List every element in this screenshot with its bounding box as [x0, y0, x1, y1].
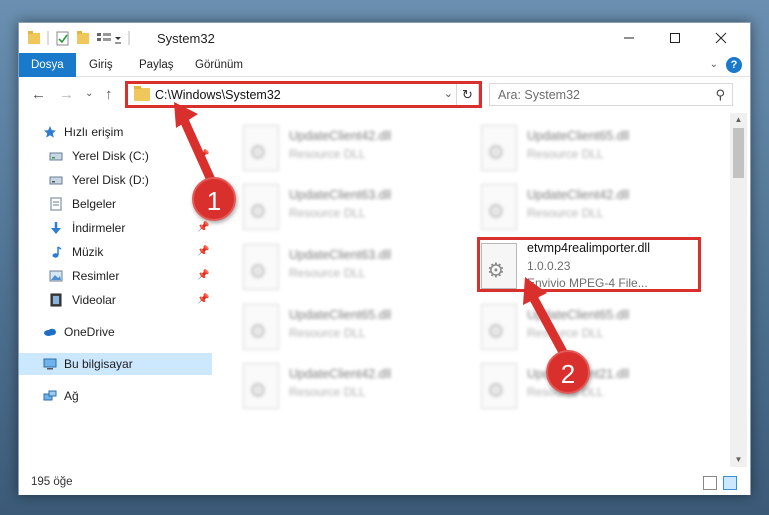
list-item[interactable]: UpdateClient63.dll Resource DLL	[237, 240, 467, 298]
up-arrow-icon[interactable]: ↑	[105, 86, 113, 103]
sidebar-item-label: Ağ	[64, 389, 79, 403]
sidebar-item-videos[interactable]: Videolar 📌	[19, 289, 212, 311]
navigation-bar: ← → ⌄ ↑ C:\Windows\System32 ⌄ ↻ Ara: Sys…	[19, 78, 750, 112]
dll-file-icon	[243, 125, 279, 171]
drive-icon	[49, 176, 63, 185]
forward-arrow-icon[interactable]: →	[59, 86, 74, 103]
pin-icon[interactable]: 📌	[197, 241, 209, 263]
dll-file-icon	[243, 363, 279, 409]
scroll-down-icon[interactable]: ▼	[730, 453, 747, 467]
document-icon	[50, 197, 62, 211]
music-icon	[52, 246, 62, 258]
window-title: System32	[157, 31, 215, 46]
minimize-button[interactable]	[606, 23, 652, 53]
sidebar-item-label: Yerel Disk (D:)	[72, 173, 149, 187]
annotation-badge-2: 2	[546, 350, 590, 394]
close-icon	[715, 32, 727, 44]
search-input[interactable]: Ara: System32	[498, 88, 580, 102]
list-item[interactable]: UpdateClient42.dll Resource DLL	[237, 121, 467, 179]
sidebar-item-label: Yerel Disk (C:)	[72, 149, 149, 163]
sidebar-item-label: OneDrive	[64, 325, 115, 339]
sidebar-item-label: Videolar	[72, 293, 116, 307]
large-icons-view-icon[interactable]	[723, 476, 737, 490]
download-icon	[51, 222, 61, 234]
explorer-window: System32 Dosya Giriş Paylaş Görünüm ⌄ ? …	[18, 22, 751, 495]
item-count: 195 öğe	[31, 476, 73, 488]
file-name: UpdateClient65.dll	[289, 308, 392, 322]
file-type: Resource DLL	[289, 326, 366, 340]
search-box[interactable]: Ara: System32 ⚲	[489, 83, 733, 106]
status-bar: 195 öğe	[19, 471, 750, 495]
list-item[interactable]: UpdateClient63.dll Resource DLL	[237, 180, 467, 238]
list-item[interactable]: UpdateClient42.dll Resource DLL	[237, 359, 467, 417]
drive-icon	[49, 152, 63, 161]
sidebar-item-pictures[interactable]: Resimler 📌	[19, 265, 212, 287]
file-type: Resource DLL	[289, 385, 366, 399]
tab-giris[interactable]: Giriş	[89, 53, 113, 77]
computer-icon	[43, 358, 57, 370]
dll-file-icon	[243, 244, 279, 290]
sidebar-item-label: Belgeler	[72, 197, 117, 211]
ribbon-expand-chevron-icon[interactable]: ⌄	[710, 59, 718, 70]
tab-dosya[interactable]: Dosya	[19, 53, 76, 77]
list-item[interactable]: UpdateClient65.dll Resource DLL	[475, 121, 705, 179]
dll-file-icon	[481, 184, 517, 230]
file-name: UpdateClient63.dll	[289, 188, 392, 202]
file-type: Resource DLL	[289, 206, 366, 220]
file-name: UpdateClient42.dll	[289, 129, 392, 143]
sidebar-item-label: İndirmeler	[72, 221, 126, 235]
sidebar-item-label: Resimler	[72, 269, 120, 283]
dll-file-icon	[243, 304, 279, 350]
dll-file-icon	[481, 363, 517, 409]
list-item[interactable]: UpdateClient42.dll Resource DLL	[475, 180, 705, 238]
file-type: Resource DLL	[289, 147, 366, 161]
recent-locations-chevron-icon[interactable]: ⌄	[85, 88, 93, 99]
search-icon[interactable]: ⚲	[715, 87, 725, 103]
video-icon	[50, 293, 62, 307]
quick-access-toolbar[interactable]	[27, 30, 147, 46]
maximize-icon	[670, 33, 680, 43]
cloud-icon	[44, 328, 56, 336]
sidebar-item-label: Bu bilgisayar	[64, 357, 133, 371]
file-type: Resource DLL	[527, 147, 604, 161]
ribbon-tabs: Dosya Giriş Paylaş Görünüm ⌄ ?	[19, 53, 750, 77]
scroll-up-icon[interactable]: ▲	[730, 113, 747, 127]
file-name: UpdateClient65.dll	[527, 129, 630, 143]
back-arrow-icon[interactable]: ←	[31, 86, 46, 103]
annotation-badge-1: 1	[192, 177, 236, 221]
details-view-icon[interactable]	[703, 476, 717, 490]
close-button[interactable]	[698, 23, 744, 53]
minimize-icon	[624, 37, 634, 39]
list-item[interactable]: UpdateClient65.dll Resource DLL	[237, 300, 467, 358]
file-type: Resource DLL	[289, 266, 366, 280]
scroll-thumb[interactable]	[733, 128, 744, 178]
tab-gorunum[interactable]: Görünüm	[195, 53, 243, 77]
vertical-scrollbar[interactable]: ▲ ▼	[730, 113, 747, 467]
file-name: UpdateClient42.dll	[289, 367, 392, 381]
sidebar-item-label: Müzik	[72, 245, 104, 259]
title-bar: System32	[19, 23, 750, 53]
help-icon[interactable]: ?	[726, 57, 742, 73]
pictures-icon	[49, 270, 63, 282]
sidebar-item-network[interactable]: Ağ	[19, 385, 212, 407]
sidebar-item-music[interactable]: Müzik 📌	[19, 241, 212, 263]
file-name: UpdateClient63.dll	[289, 248, 392, 262]
network-icon	[43, 390, 57, 401]
sidebar-item-onedrive[interactable]: OneDrive	[19, 321, 212, 343]
sidebar-item-this-pc[interactable]: Bu bilgisayar	[19, 353, 212, 375]
dll-file-icon	[243, 184, 279, 230]
dll-file-icon	[481, 304, 517, 350]
pin-icon[interactable]: 📌	[197, 265, 209, 287]
pin-icon[interactable]: 📌	[197, 289, 209, 311]
sidebar-item-downloads[interactable]: İndirmeler 📌	[19, 217, 212, 239]
dll-file-icon	[481, 125, 517, 171]
file-type: Resource DLL	[527, 206, 604, 220]
star-icon	[44, 126, 56, 138]
tab-paylas[interactable]: Paylaş	[139, 53, 174, 77]
file-list: UpdateClient42.dll Resource DLL UpdateCl…	[215, 113, 729, 467]
sidebar-item-label: Hızlı erişim	[64, 125, 124, 139]
file-name: UpdateClient42.dll	[527, 188, 630, 202]
maximize-button[interactable]	[652, 23, 698, 53]
